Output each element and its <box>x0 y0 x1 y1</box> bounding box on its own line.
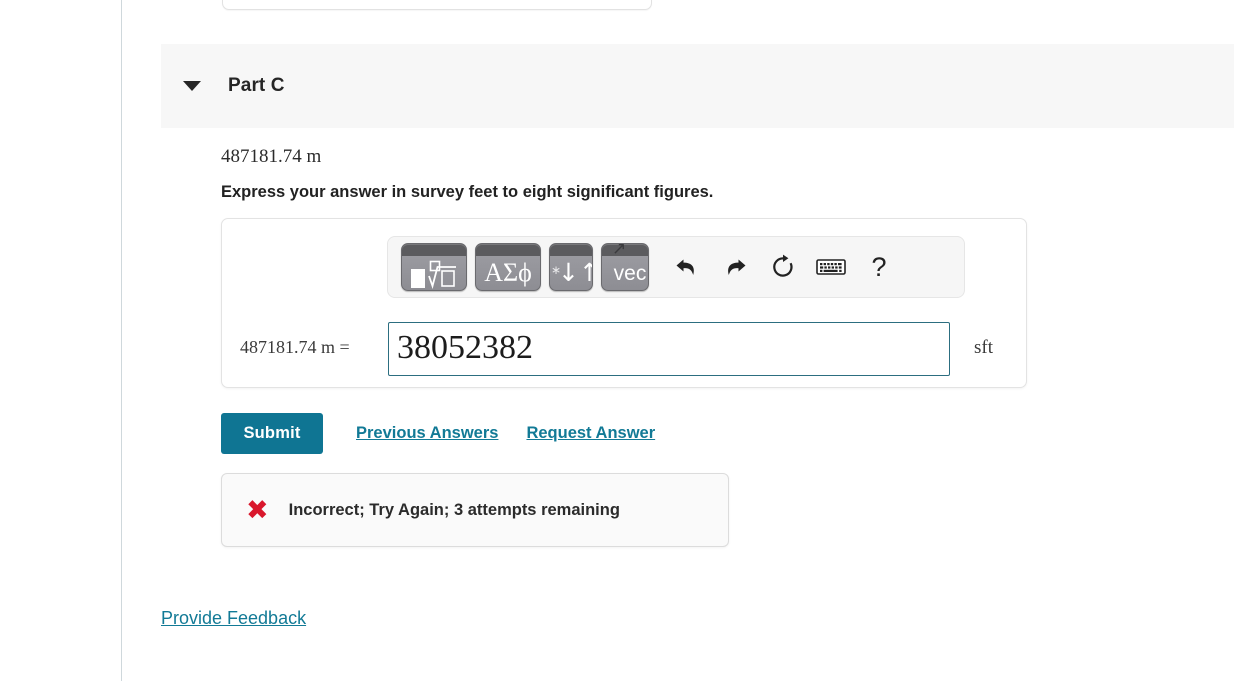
request-answer-link[interactable]: Request Answer <box>526 424 655 443</box>
vector-button[interactable]: ↗ vec <box>601 243 649 291</box>
submit-button[interactable]: Submit <box>221 413 323 454</box>
units-arrows-label: ↓↑ <box>558 258 592 287</box>
triangle-down-icon[interactable] <box>183 81 201 91</box>
vector-label: vec <box>613 262 647 285</box>
reset-icon[interactable] <box>763 247 803 287</box>
help-question-mark: ? <box>871 251 887 282</box>
result-banner: ✖ Incorrect; Try Again; 3 attempts remai… <box>221 473 729 547</box>
answer-card: ΑΣϕ ∗ ↓↑ ↗ vec <box>221 218 1027 388</box>
assignment-page: Part C 487181.74 m Express your answer i… <box>0 0 1234 685</box>
result-message: Incorrect; Try Again; 3 attempts remaini… <box>288 500 620 519</box>
previous-answers-link[interactable]: Previous Answers <box>356 424 498 443</box>
units-arrows-button[interactable]: ∗ ↓↑ <box>549 243 593 291</box>
greek-symbols-button[interactable]: ΑΣϕ <box>475 243 541 291</box>
answer-unit: sft <box>974 337 993 358</box>
greek-symbols-label: ΑΣϕ <box>484 257 532 287</box>
undo-icon[interactable] <box>667 247 707 287</box>
action-row: Submit Previous Answers Request Answer <box>221 413 655 454</box>
answer-input[interactable] <box>388 322 950 376</box>
equation-label: 487181.74 m = <box>240 337 350 357</box>
units-arrows-glyph: ↓↑ <box>550 257 592 290</box>
provide-feedback-link[interactable]: Provide Feedback <box>161 608 306 629</box>
previous-part-card-clipped <box>222 0 652 10</box>
keyboard-icon[interactable] <box>811 247 851 287</box>
x-mark-icon: ✖ <box>246 494 269 526</box>
greek-symbols-glyph: ΑΣϕ <box>476 257 540 290</box>
redo-icon[interactable] <box>715 247 755 287</box>
part-header[interactable]: Part C <box>161 44 1234 128</box>
question-prompt: Express your answer in survey feet to ei… <box>221 183 714 201</box>
part-title: Part C <box>228 75 285 96</box>
math-editor-toolbar: ΑΣϕ ∗ ↓↑ ↗ vec <box>387 236 965 298</box>
help-icon[interactable]: ? <box>859 247 899 287</box>
template-square-root-glyph <box>402 257 466 290</box>
template-square-root-button[interactable] <box>401 243 467 291</box>
given-value: 487181.74 m <box>221 146 322 167</box>
clipped-vector-arrow-icon: ↗ <box>612 243 627 259</box>
vector-glyph: vec <box>602 257 648 290</box>
content-column-rule <box>121 0 122 681</box>
